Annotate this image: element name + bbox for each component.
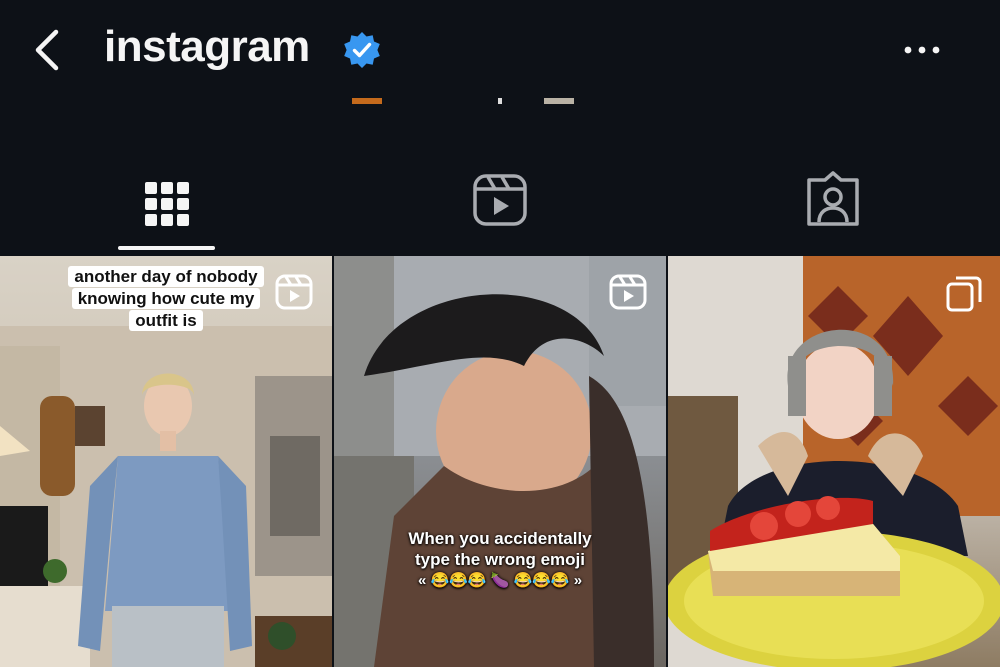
- grid-icon: [144, 182, 189, 226]
- tab-posts[interactable]: [0, 160, 333, 256]
- post-thumbnail-emoji[interactable]: When you accidentally type the wrong emo…: [334, 256, 666, 667]
- post-image-cake: [668, 256, 1000, 667]
- profile-tabs: [0, 160, 1000, 256]
- back-arrow-icon[interactable]: [28, 26, 68, 74]
- story-highlights-edge: [0, 98, 1000, 110]
- tab-reels[interactable]: [333, 160, 666, 256]
- posts-grid: another day of nobody knowing how cute m…: [0, 256, 1000, 667]
- reels-icon: [472, 174, 527, 226]
- carousel-badge-icon: [946, 276, 982, 312]
- profile-username: instagram: [104, 22, 310, 71]
- post-thumbnail-cake[interactable]: [668, 256, 1000, 667]
- top-bar: instagram: [0, 0, 1000, 100]
- post-caption-text: another day of nobody knowing how cute m…: [68, 266, 264, 331]
- post-thumbnail-outfit[interactable]: another day of nobody knowing how cute m…: [0, 256, 332, 667]
- post-image-emoji: [334, 256, 666, 667]
- tab-tagged[interactable]: [666, 160, 999, 256]
- post-caption-line: When you accidentally: [408, 529, 592, 548]
- post-caption-overlay: another day of nobody knowing how cute m…: [54, 266, 278, 332]
- reel-badge-icon: [609, 274, 647, 310]
- tagged-user-icon: [806, 171, 859, 226]
- post-caption-line: type the wrong emoji: [414, 550, 586, 569]
- verified-badge-icon: [344, 32, 380, 68]
- more-options-icon[interactable]: [902, 38, 942, 62]
- post-caption-emoji-line: « 😂😂😂 🍆 😂😂😂 »: [417, 572, 583, 589]
- post-caption-overlay: When you accidentally type the wrong emo…: [374, 528, 626, 591]
- reel-badge-icon: [275, 274, 313, 310]
